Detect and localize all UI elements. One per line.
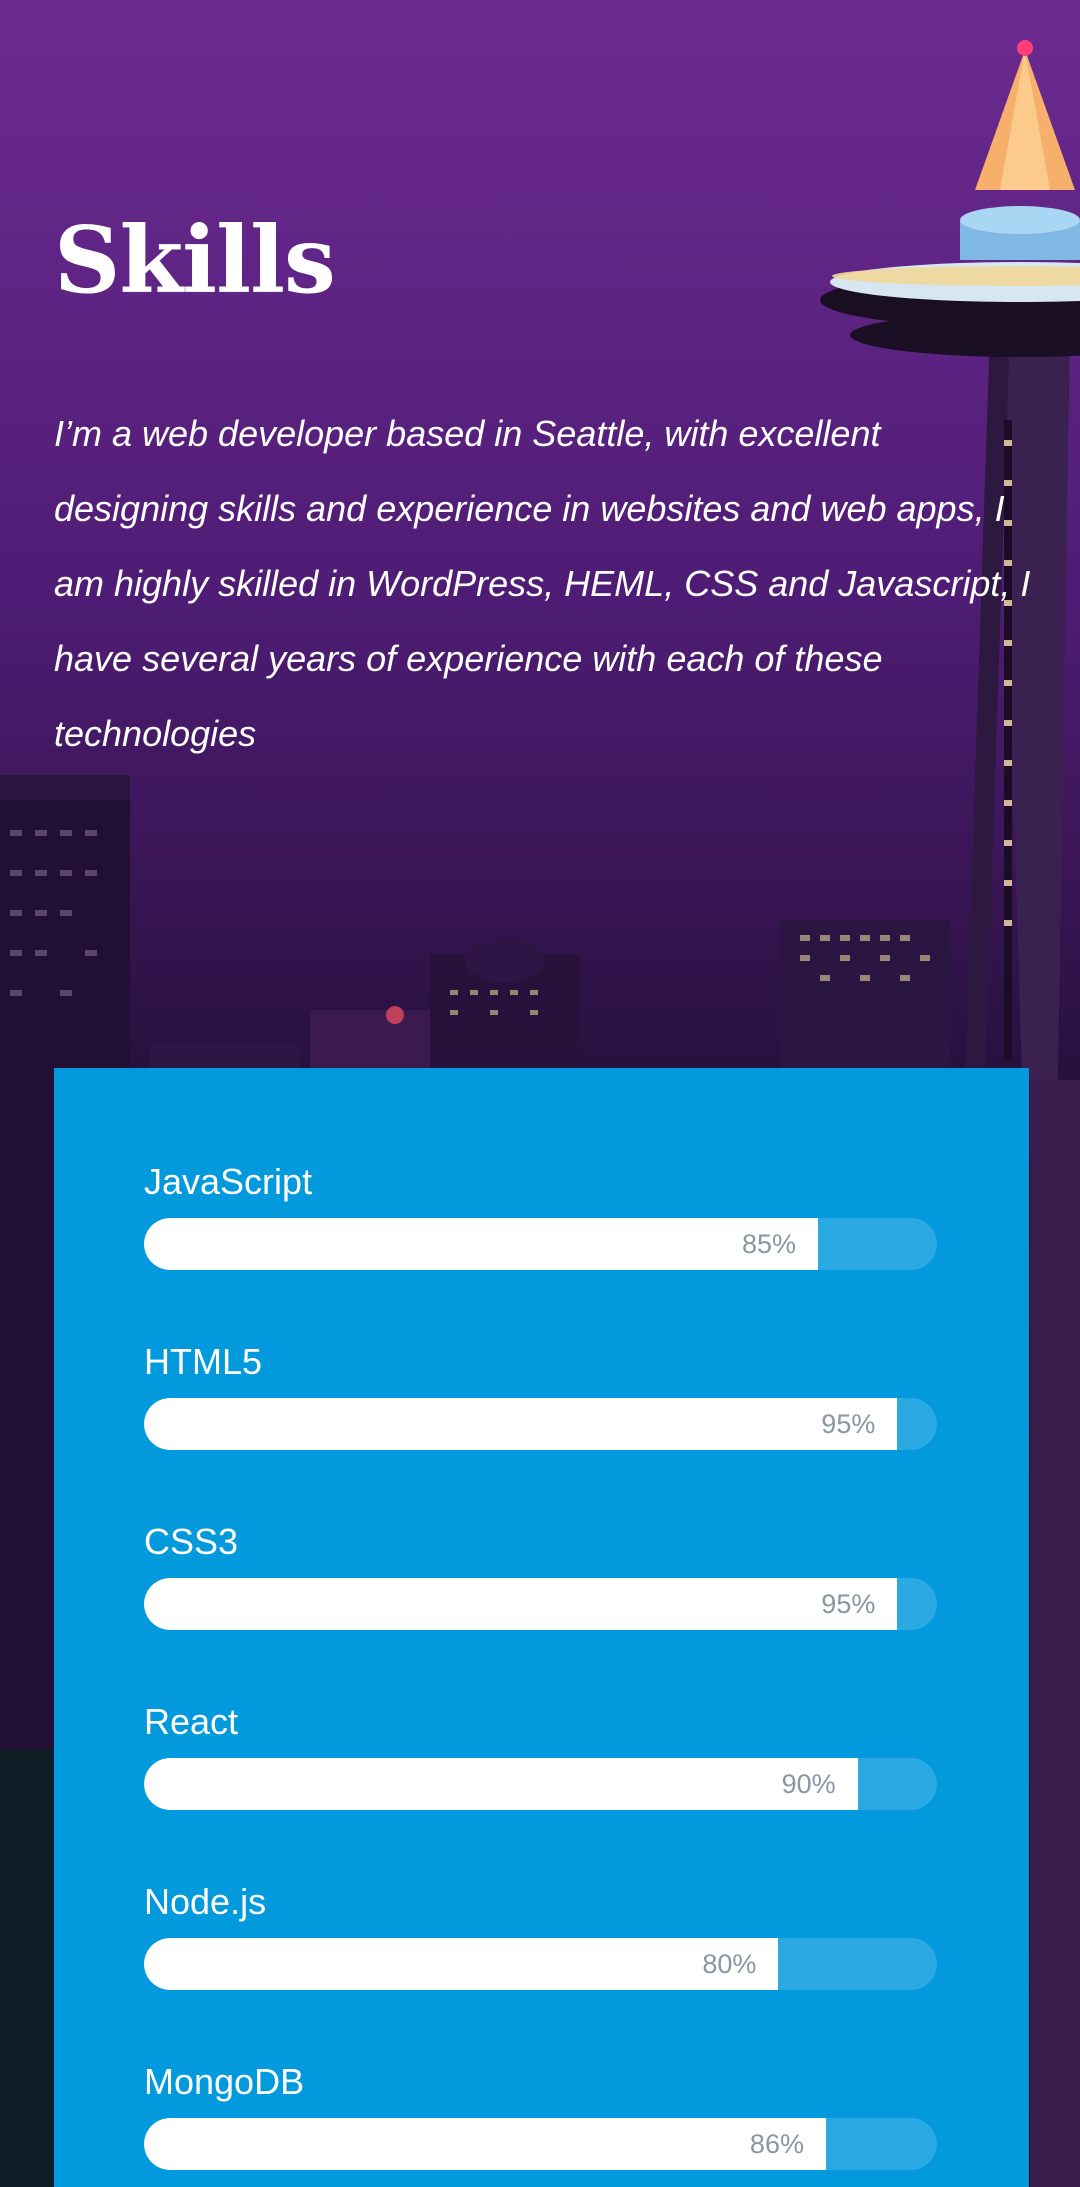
skill-percent-label: 85% [742,1229,797,1259]
skill-name: CSS3 [144,1521,239,1562]
skill-name: HTML5 [144,1341,263,1382]
skills-card: JavaScript 85% HTML5 95% CSS3 95% React … [54,1068,1029,2187]
skill-progress-fill: 85% [144,1218,819,1270]
skill-progress-fill: 80% [144,1938,779,1990]
skill-percent-label: 80% [702,1949,757,1979]
skill-progress-track: 90% [144,1758,937,1810]
skill-name: React [144,1701,239,1742]
page-title: Skills [54,206,336,314]
skill-progress-fill: 86% [144,2118,826,2170]
skill-progress-track: 95% [144,1398,937,1450]
skill-javascript: JavaScript 85% [144,1160,937,1270]
skill-percent-label: 95% [821,1409,876,1439]
skill-percent-label: 86% [749,2129,804,2159]
skill-progress-track: 86% [144,2118,937,2170]
skill-name: JavaScript [144,1161,313,1202]
skill-progress-fill: 95% [144,1578,898,1630]
intro-paragraph: I’m a web developer based in Seattle, wi… [54,413,1031,754]
skill-name: Node.js [144,1881,267,1922]
skill-progress-fill: 95% [144,1398,898,1450]
skill-progress-track: 80% [144,1938,937,1990]
skill-progress-fill: 90% [144,1758,858,1810]
skill-progress-track: 85% [144,1218,937,1270]
skill-name: MongoDB [144,2061,305,2102]
skill-progress-track: 95% [144,1578,937,1630]
skill-react: React 90% [144,1700,937,1810]
skill-html5: HTML5 95% [144,1340,937,1450]
skill-css3: CSS3 95% [144,1520,937,1630]
skill-nodejs: Node.js 80% [144,1880,937,1990]
skill-percent-label: 95% [821,1589,876,1619]
skill-mongodb: MongoDB 86% [144,2060,937,2170]
skill-percent-label: 90% [781,1769,836,1799]
